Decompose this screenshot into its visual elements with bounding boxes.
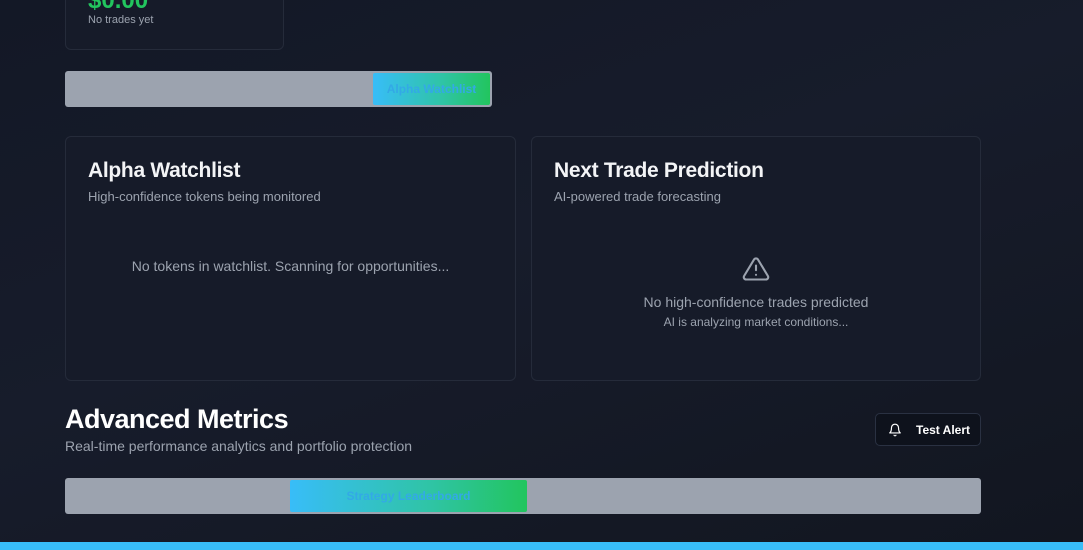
prediction-subtitle: AI-powered trade forecasting <box>554 189 721 204</box>
tab-alpha-watchlist[interactable]: Alpha Watchlist <box>373 73 490 105</box>
prediction-status-text: AI is analyzing market conditions... <box>663 315 849 329</box>
advanced-metrics-subtitle: Real-time performance analytics and port… <box>65 438 413 454</box>
pnl-value: $0.00 <box>88 0 149 14</box>
metrics-tab-bar: Strategy Leaderboard <box>65 478 981 514</box>
prediction-empty-message: No high-confidence trades predicted <box>643 294 869 310</box>
warning-icon <box>742 257 770 281</box>
pnl-subtitle: No trades yet <box>88 14 154 26</box>
prediction-title: Next Trade Prediction <box>554 159 764 182</box>
alpha-watchlist-panel: Alpha Watchlist High-confidence tokens b… <box>65 136 516 381</box>
tab-strategy-leaderboard[interactable]: Strategy Leaderboard <box>290 480 527 512</box>
test-alert-button[interactable]: Test Alert <box>875 413 981 446</box>
pnl-stat-card: $0.00 No trades yet <box>65 0 284 50</box>
bell-icon <box>889 423 901 436</box>
bottom-accent-bar <box>0 542 1083 550</box>
trade-prediction-panel: Next Trade Prediction AI-powered trade f… <box>531 136 981 381</box>
test-alert-label: Test Alert <box>916 422 971 437</box>
watchlist-title: Alpha Watchlist <box>88 159 241 182</box>
watchlist-empty-message: No tokens in watchlist. Scanning for opp… <box>131 258 450 274</box>
watchlist-subtitle: High-confidence tokens being monitored <box>88 189 321 204</box>
advanced-metrics-title: Advanced Metrics <box>65 404 289 434</box>
top-tab-bar: Alpha Watchlist <box>65 71 492 107</box>
